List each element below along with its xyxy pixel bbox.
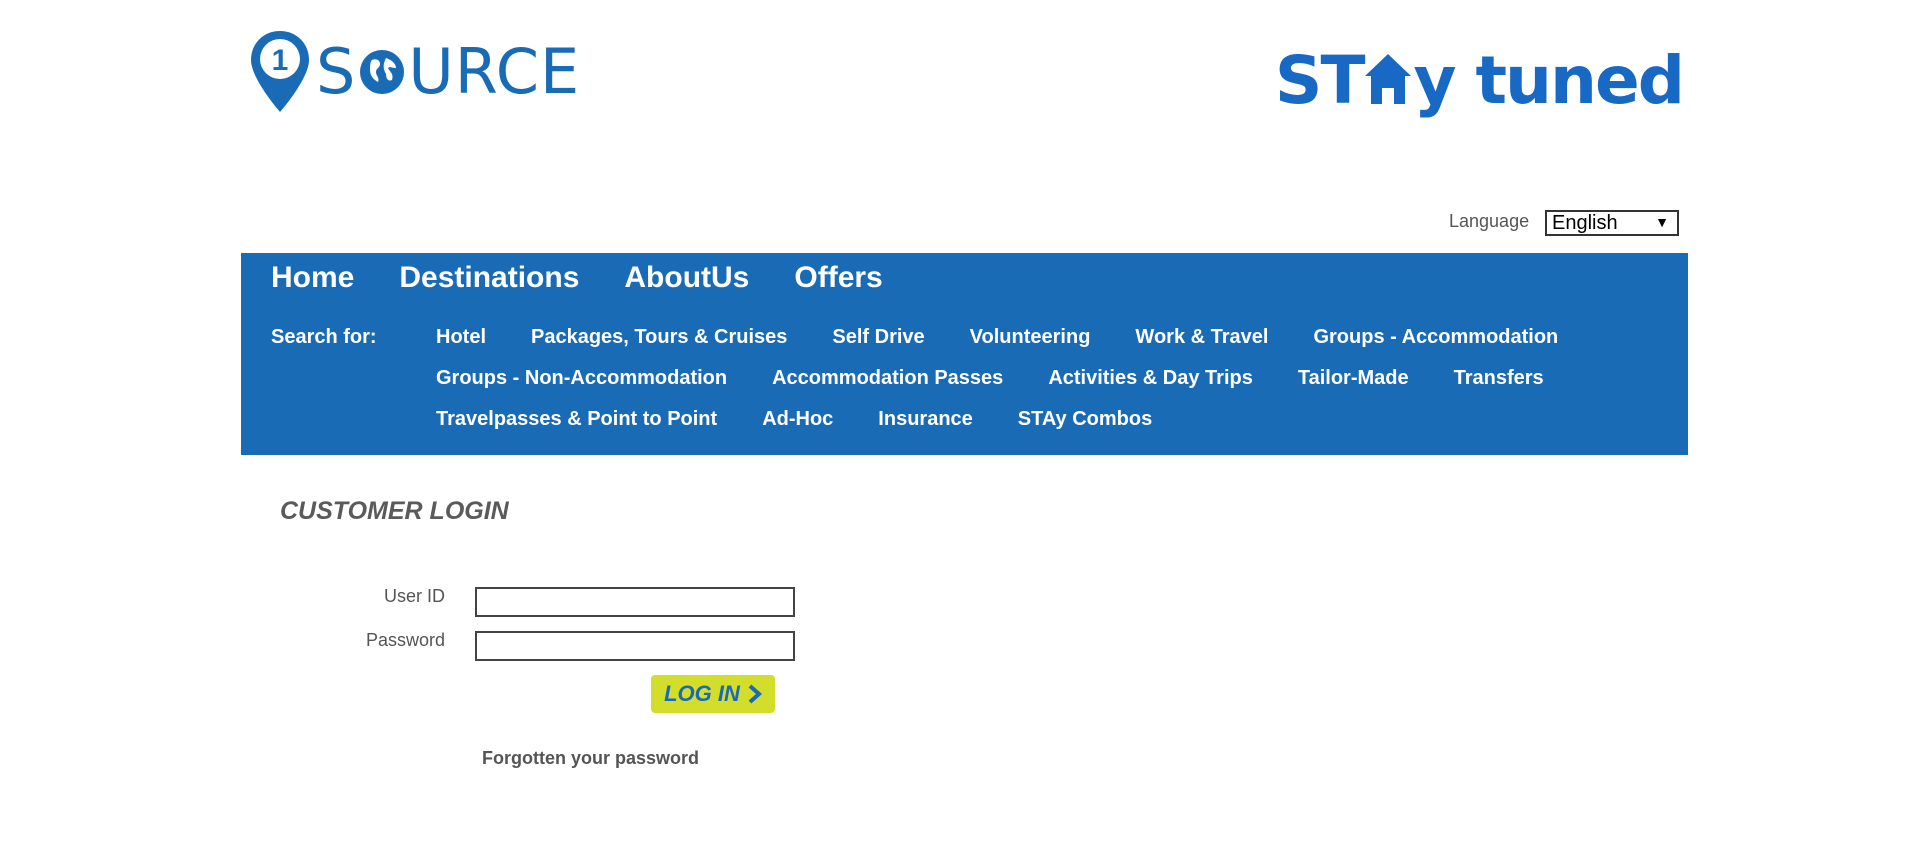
- stay-logo-rest: y tuned: [1413, 42, 1685, 119]
- stay-tuned-logo[interactable]: ST y tuned: [1274, 42, 1685, 128]
- logo-wordmark-rest: URCE: [408, 34, 581, 108]
- search-row: Travelpasses & Point to Point Ad-Hoc Ins…: [436, 408, 1666, 449]
- dropdown-caret-icon: ▼: [1655, 214, 1669, 230]
- password-label: Password: [365, 630, 445, 650]
- main-navigation: Home Destinations AboutUs Offers Search …: [241, 253, 1688, 455]
- search-link-self-drive[interactable]: Self Drive: [832, 326, 924, 367]
- log-in-button[interactable]: LOG IN: [651, 675, 775, 713]
- nav-home[interactable]: Home: [271, 261, 354, 295]
- search-link-accommodation-passes[interactable]: Accommodation Passes: [772, 367, 1003, 408]
- logo-wordmark-first: S: [316, 34, 357, 108]
- globe-icon: [360, 49, 405, 94]
- search-row: Hotel Packages, Tours & Cruises Self Dri…: [436, 326, 1666, 367]
- stay-logo-first: ST: [1274, 42, 1366, 119]
- house-icon: [1365, 54, 1412, 104]
- location-pin-icon: 1: [251, 31, 309, 112]
- password-field[interactable]: [475, 631, 795, 661]
- search-link-tailor-made[interactable]: Tailor-Made: [1298, 367, 1409, 408]
- search-link-volunteering[interactable]: Volunteering: [970, 326, 1091, 367]
- one-source-logo[interactable]: 1 S URCE: [248, 29, 580, 114]
- language-selected-value: English: [1552, 211, 1618, 234]
- log-in-button-label: LOG IN: [664, 681, 740, 706]
- user-id-field[interactable]: [475, 587, 795, 617]
- logo-wordmark: S URCE: [316, 34, 581, 108]
- nav-about-us[interactable]: AboutUs: [624, 261, 749, 295]
- nav-destinations[interactable]: Destinations: [399, 261, 579, 295]
- search-link-packages[interactable]: Packages, Tours & Cruises: [531, 326, 787, 367]
- main-menu: Home Destinations AboutUs Offers: [271, 261, 883, 295]
- search-for-label: Search for:: [271, 326, 377, 348]
- search-link-groups-non-accommodation[interactable]: Groups - Non-Accommodation: [436, 367, 727, 408]
- search-link-stay-combos[interactable]: STAy Combos: [1018, 408, 1152, 449]
- search-link-hotel[interactable]: Hotel: [436, 326, 486, 367]
- search-link-ad-hoc[interactable]: Ad-Hoc: [762, 408, 833, 449]
- forgot-password-link[interactable]: Forgotten your password: [482, 748, 699, 769]
- language-label: Language: [1449, 211, 1530, 231]
- search-links: Hotel Packages, Tours & Cruises Self Dri…: [436, 326, 1666, 449]
- search-link-transfers[interactable]: Transfers: [1454, 367, 1544, 408]
- search-link-insurance[interactable]: Insurance: [878, 408, 972, 449]
- user-id-label: User ID: [383, 586, 445, 606]
- logo-badge-number: 1: [272, 44, 289, 77]
- nav-offers[interactable]: Offers: [794, 261, 882, 295]
- page: 1 S URCE ST y tuned Language English ▼ H…: [0, 0, 1920, 849]
- page-title: CUSTOMER LOGIN: [280, 497, 509, 525]
- search-link-travelpasses[interactable]: Travelpasses & Point to Point: [436, 408, 717, 449]
- search-row: Groups - Non-Accommodation Accommodation…: [436, 367, 1666, 408]
- language-select[interactable]: English ▼: [1545, 210, 1679, 236]
- search-link-groups-accommodation[interactable]: Groups - Accommodation: [1313, 326, 1558, 367]
- search-link-work-travel[interactable]: Work & Travel: [1135, 326, 1268, 367]
- chevron-right-icon: [748, 684, 762, 704]
- search-link-activities[interactable]: Activities & Day Trips: [1048, 367, 1253, 408]
